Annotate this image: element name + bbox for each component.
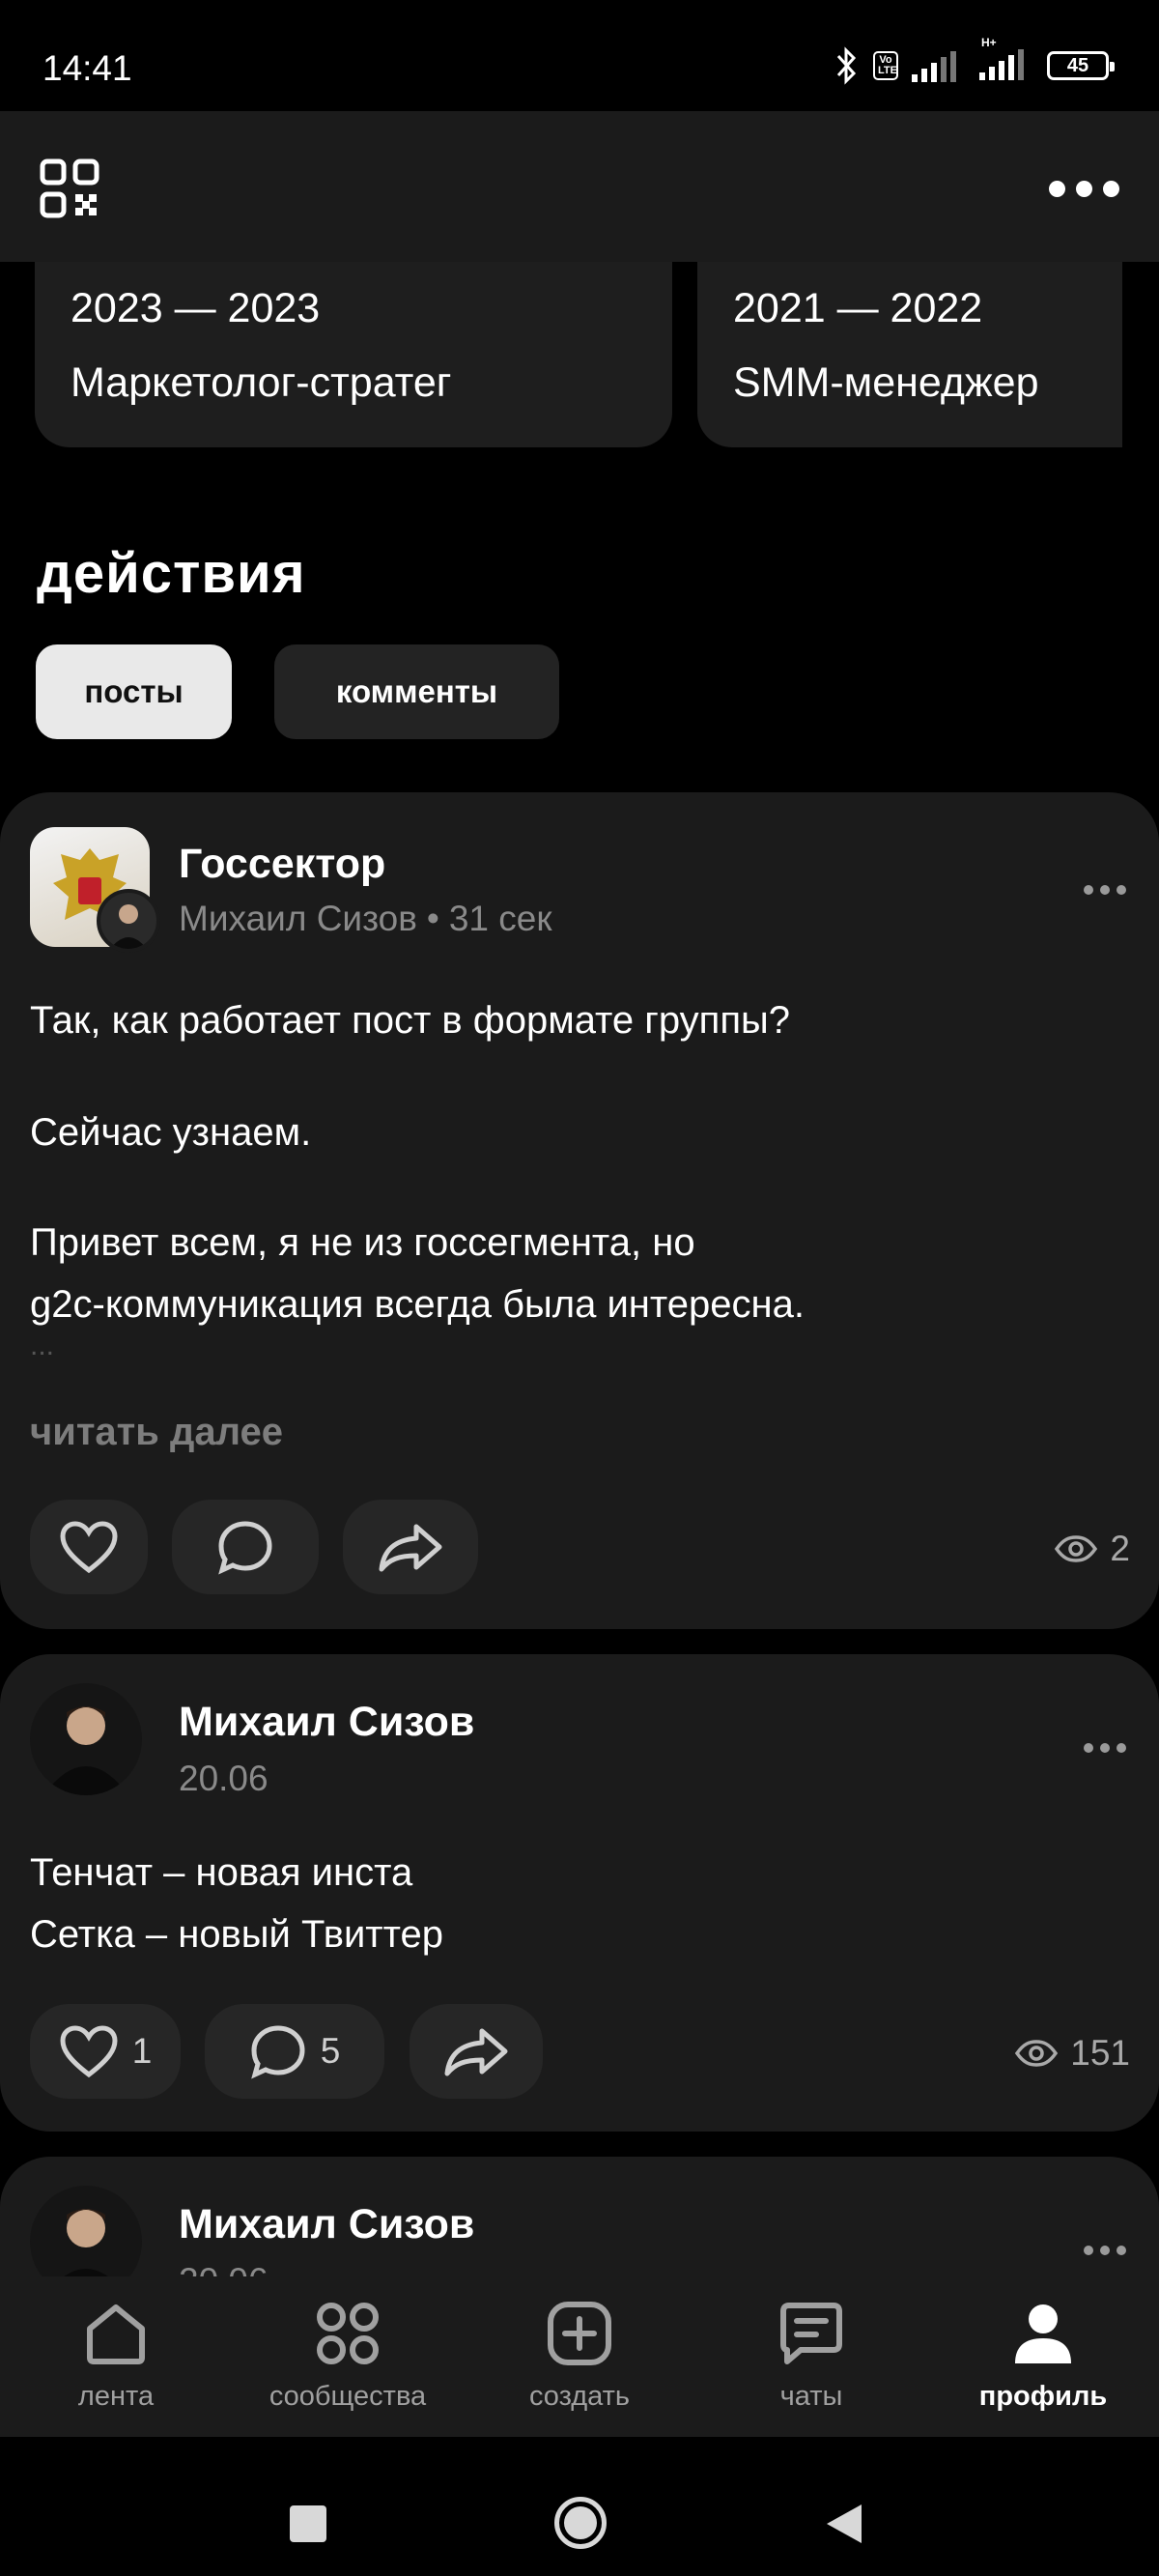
home-icon (87, 2304, 145, 2364)
author-avatar[interactable] (97, 889, 160, 953)
nav-create[interactable]: создать (483, 2300, 676, 2413)
signal-icon-2: H+ (979, 36, 1033, 85)
top-header (0, 111, 1159, 262)
recents-icon[interactable] (290, 2505, 326, 2542)
nav-label: сообщества (269, 2381, 427, 2412)
experience-card[interactable]: 2021 — 2022 SMM-менеджер (697, 262, 1122, 447)
system-nav-bar (0, 2437, 1159, 2576)
tab-comments[interactable]: комменты (274, 644, 559, 739)
back-icon[interactable] (825, 2503, 863, 2545)
experience-role: SMM-менеджер (733, 359, 1039, 406)
qr-code-icon[interactable] (39, 157, 100, 219)
network-type: H+ (981, 35, 997, 49)
post-text-line: Сейчас узнаем. (30, 1111, 312, 1154)
experience-years: 2023 — 2023 (71, 285, 321, 331)
views-counter: 151 (1014, 2033, 1130, 2074)
like-button[interactable]: 1 (30, 2004, 181, 2099)
post-more-icon[interactable] (1084, 1743, 1126, 1753)
post-date: 20.06 (179, 1759, 269, 1798)
experience-card[interactable]: 2023 — 2023 Маркетолог-стратег (35, 262, 672, 447)
nav-feed[interactable]: лента (19, 2300, 212, 2413)
nav-communities[interactable]: сообщества (251, 2300, 444, 2413)
comment-button[interactable]: 5 (205, 2004, 384, 2099)
bottom-nav: лента сообщества создать чаты профиль (0, 2276, 1159, 2437)
views-count: 151 (1070, 2033, 1130, 2073)
home-nav-icon[interactable] (554, 2497, 607, 2549)
share-button[interactable] (410, 2004, 543, 2099)
comment-count: 5 (320, 2031, 341, 2071)
post-card[interactable]: Михаил Сизов 20.06 Тенчат – новая инста … (0, 1654, 1159, 2132)
nav-label: лента (77, 2381, 155, 2412)
comment-icon (250, 2025, 305, 2079)
post-author[interactable]: Михаил Сизов (179, 2201, 474, 2248)
views-count: 2 (1110, 1529, 1130, 1568)
signal-icon (912, 51, 956, 82)
person-icon (1015, 2304, 1071, 2363)
bluetooth-icon (836, 46, 857, 85)
like-button[interactable] (30, 1500, 148, 1594)
post-text-line: Так, как работает пост в формате группы? (30, 999, 790, 1042)
post-card[interactable]: Госсектор Михаил Сизов • 31 сек Так, как р… (0, 792, 1159, 1629)
post-meta: Михаил Сизов • 31 сек (179, 899, 552, 938)
eye-icon (1015, 2040, 1059, 2067)
heart-icon (60, 1521, 118, 1574)
tab-posts[interactable]: посты (36, 644, 232, 739)
chat-icon (780, 2303, 842, 2364)
eye-icon (1055, 1535, 1098, 1562)
author-avatar[interactable] (30, 1683, 142, 1795)
experience-years: 2021 — 2022 (733, 285, 983, 331)
post-text-line: Тенчат – новая инста (30, 1851, 413, 1894)
battery-level: 45 (1066, 54, 1089, 76)
like-count: 1 (131, 2031, 153, 2071)
post-time: 31 сек (448, 899, 552, 938)
post-more-icon[interactable] (1084, 2246, 1126, 2255)
experience-role: Маркетолог-стратег (71, 359, 452, 406)
post-author[interactable]: Михаил Сизов (179, 1699, 474, 1746)
post-text-line: g2c-коммуникация всегда была интересна. (30, 1283, 805, 1326)
heart-icon (60, 2025, 118, 2078)
share-icon (444, 2028, 508, 2076)
status-bar: 14:41 Vo LTE H+ 45 (0, 0, 1159, 111)
post-title[interactable]: Госсектор (179, 841, 385, 888)
share-button[interactable] (343, 1500, 478, 1594)
share-icon (379, 1524, 442, 1572)
more-icon[interactable] (1049, 181, 1119, 197)
post-author[interactable]: Михаил Сизов (179, 899, 417, 938)
volte-icon: Vo LTE (873, 51, 898, 80)
nav-label: профиль (978, 2381, 1108, 2412)
post-more-icon[interactable] (1084, 885, 1126, 895)
views-counter: 2 (1054, 1529, 1130, 1569)
section-title-actions: действия (37, 542, 306, 605)
nav-label: чаты (779, 2381, 843, 2412)
read-more-link[interactable]: читать далее (30, 1411, 283, 1454)
post-ellipsis: ... (30, 1330, 55, 1361)
comment-icon (218, 1521, 272, 1575)
plus-square-icon (548, 2302, 611, 2365)
status-icons: Vo LTE H+ 45 (834, 36, 1115, 87)
battery-icon: 45 (1047, 51, 1115, 80)
post-text-line: Привет всем, я не из госсегмента, но (30, 1221, 695, 1264)
post-text-line: Сетка – новый Твиттер (30, 1913, 443, 1956)
nav-label: создать (528, 2381, 631, 2412)
status-time: 14:41 (42, 48, 132, 88)
nav-chats[interactable]: чаты (715, 2300, 908, 2413)
comment-button[interactable] (172, 1500, 319, 1594)
grid-icon (317, 2303, 379, 2364)
nav-profile[interactable]: профиль (947, 2300, 1140, 2413)
